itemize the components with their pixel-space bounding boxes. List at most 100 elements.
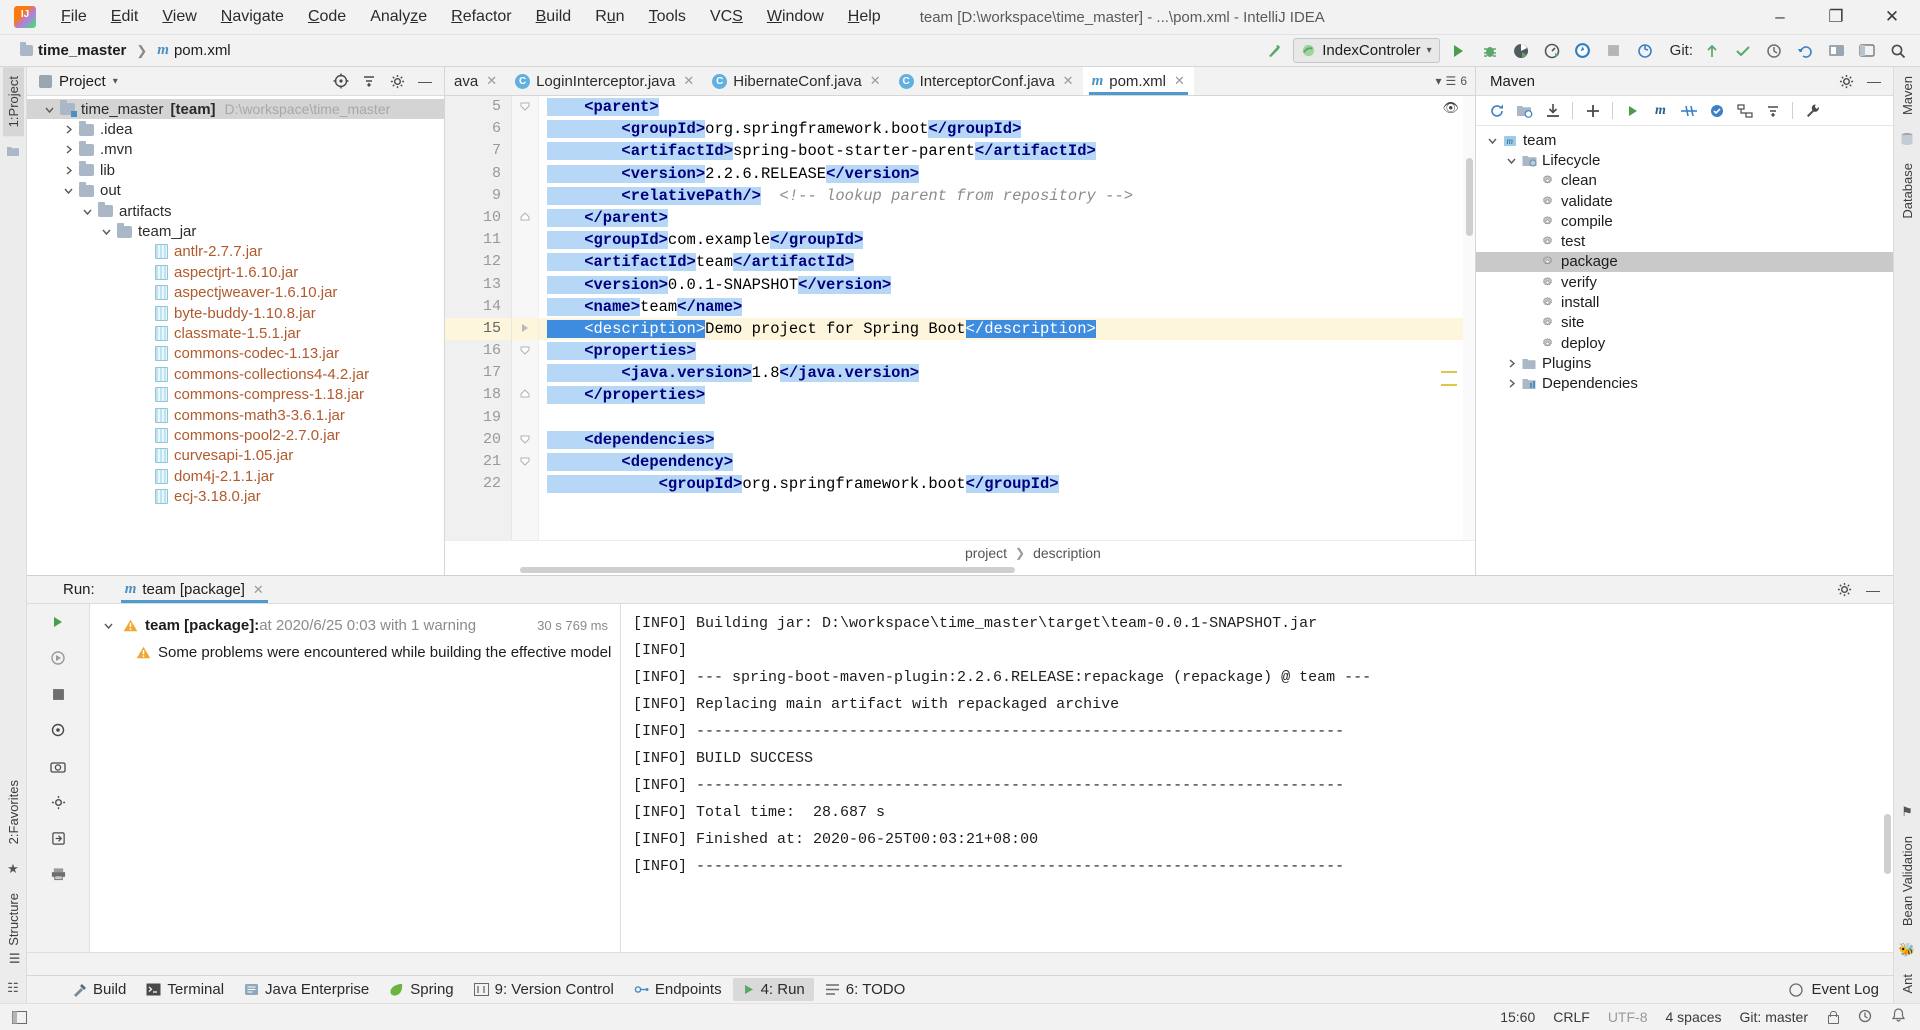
fold-gutter[interactable] [512, 96, 539, 540]
code-line[interactable]: <version>0.0.1-SNAPSHOT</version> [539, 274, 1475, 296]
fold-expand-icon[interactable] [512, 207, 538, 229]
code-line[interactable]: <groupId>com.example</groupId> [539, 229, 1475, 251]
code-content[interactable]: <parent> <groupId>org.springframework.bo… [539, 96, 1475, 540]
tree-row[interactable]: byte-buddy-1.10.8.jar [27, 303, 444, 323]
close-icon[interactable]: ✕ [870, 73, 881, 89]
bottom-tool-bar[interactable]: Build Terminal Java Enterprise Spring 9: Ver… [27, 975, 1893, 1003]
run-configuration-selector[interactable]: IndexControler ▾ [1293, 38, 1440, 63]
toggle-tasks-icon[interactable] [48, 648, 68, 668]
breadcrumb-project[interactable]: time_master [16, 41, 130, 60]
bottom-tab-spring[interactable]: Spring [380, 978, 462, 1001]
line-number[interactable]: 6 [445, 118, 511, 140]
editor-tab[interactable]: ava ✕ [445, 67, 506, 95]
vcs-update-icon[interactable] [1700, 40, 1724, 62]
line-number[interactable]: 18 [445, 384, 511, 406]
chevron-down-icon[interactable]: ▾ [113, 76, 118, 87]
code-line[interactable]: <dependencies> [539, 429, 1475, 451]
tree-row[interactable]: .idea [27, 119, 444, 139]
editor-code-area[interactable]: 5 6 7 8 9 10 11 12 13 14 15 16 17 18 19 20 21 22 <parent>… [445, 96, 1475, 540]
editor-scrollbar[interactable] [1463, 96, 1475, 540]
print-icon[interactable] [48, 864, 68, 884]
run-tree-row[interactable]: team [package]: at 2020/6/25 0:03 with 1… [90, 612, 620, 639]
project-structure-icon[interactable] [1855, 40, 1879, 62]
maven-tree-row[interactable]: clean [1476, 171, 1893, 191]
browser-icon[interactable] [1571, 40, 1595, 62]
tree-row[interactable]: curvesapi-1.05.jar [27, 446, 444, 466]
line-number[interactable]: 19 [445, 407, 511, 429]
indent-setting[interactable]: 4 spaces [1665, 1009, 1721, 1025]
editor-breadcrumb[interactable]: project ❯ description [445, 540, 1475, 565]
editor-tab[interactable]: C InterceptorConf.java ✕ [890, 67, 1083, 95]
breadcrumb-file[interactable]: m pom.xml [153, 41, 234, 60]
caret-position[interactable]: 15:60 [1500, 1009, 1535, 1025]
inspections-widget-icon[interactable]: 👁 [1442, 100, 1459, 116]
breadcrumb-node-project[interactable]: project [965, 545, 1007, 561]
code-line[interactable]: <parent> [539, 96, 1475, 118]
tree-row[interactable]: commons-math3-3.6.1.jar [27, 405, 444, 425]
maven-tree-row[interactable]: validate [1476, 191, 1893, 211]
git-branch[interactable]: Git: master [1740, 1009, 1808, 1025]
tree-row[interactable]: aspectjweaver-1.6.10.jar [27, 283, 444, 303]
scrollbar-thumb[interactable] [1466, 158, 1473, 236]
filter-icon[interactable] [48, 720, 68, 740]
notifications-icon[interactable] [1891, 1008, 1906, 1026]
line-number[interactable]: 21 [445, 451, 511, 473]
chevron-right-icon[interactable] [62, 143, 75, 156]
chevron-down-icon[interactable] [100, 225, 113, 238]
line-number[interactable]: 22 [445, 473, 511, 495]
vcs-history-icon[interactable] [1762, 40, 1786, 62]
menu-tools[interactable]: Tools [638, 5, 697, 29]
tree-row[interactable]: antlr-2.7.7.jar [27, 242, 444, 262]
maven-tree-row[interactable]: deploy [1476, 333, 1893, 353]
tree-row[interactable]: commons-compress-1.18.jar [27, 384, 444, 404]
line-number[interactable]: 16 [445, 340, 511, 362]
chevron-right-icon[interactable] [1505, 357, 1518, 370]
tree-row[interactable]: artifacts [27, 201, 444, 221]
line-number[interactable]: 7 [445, 140, 511, 162]
code-line[interactable]: </properties> [539, 384, 1475, 406]
editor-tab[interactable]: C HibernateConf.java ✕ [703, 67, 889, 95]
menu-refactor[interactable]: Refactor [440, 5, 522, 29]
collapse-all-icon[interactable] [359, 71, 379, 91]
tree-row[interactable]: commons-codec-1.13.jar [27, 344, 444, 364]
menu-view[interactable]: View [151, 5, 207, 29]
chevron-down-icon[interactable] [1505, 154, 1518, 167]
skip-tests-icon[interactable] [1676, 99, 1701, 122]
sidebar-tab-structure[interactable]: ☰ Structure [3, 884, 24, 973]
code-line[interactable]: <artifactId>team</artifactId> [539, 251, 1475, 273]
fold-collapse-icon[interactable] [512, 340, 538, 362]
download-sources-icon[interactable] [1540, 99, 1565, 122]
close-icon[interactable]: ✕ [1174, 73, 1185, 89]
maven-tree-row[interactable]: m team [1476, 130, 1893, 150]
database-icon[interactable] [1898, 130, 1916, 148]
maven-tree-row[interactable]: Plugins [1476, 353, 1893, 373]
settings-icon[interactable] [48, 792, 68, 812]
tab-list-icon[interactable]: ☰ [1446, 74, 1457, 88]
structure-icon[interactable]: ☷ [4, 979, 22, 997]
maven-tree-row[interactable]: Dependencies [1476, 374, 1893, 394]
menu-build[interactable]: Build [525, 5, 583, 29]
line-number[interactable]: 15 [445, 317, 511, 341]
settings-wrench-icon[interactable] [1800, 99, 1825, 122]
run-tree-row[interactable]: Some problems were encountered while bui… [90, 639, 620, 666]
code-line[interactable]: <groupId>org.springframework.boot</group… [539, 118, 1475, 140]
rerun-icon[interactable] [48, 612, 68, 632]
line-number[interactable]: 13 [445, 274, 511, 296]
line-number[interactable]: 8 [445, 163, 511, 185]
menu-file[interactable]: File [50, 5, 98, 29]
menu-analyze[interactable]: Analyze [359, 5, 438, 29]
editor-tab-overflow[interactable]: ▾ ☰ 6 [1428, 67, 1475, 95]
chevron-right-icon[interactable] [62, 123, 75, 136]
tree-row[interactable]: out [27, 181, 444, 201]
bottom-tab-6-todo[interactable]: 6: TODO [816, 978, 914, 1001]
maven-tree-row[interactable]: test [1476, 231, 1893, 251]
tree-row[interactable]: aspectjrt-1.6.10.jar [27, 262, 444, 282]
breadcrumb[interactable]: time_master ❯ m pom.xml [16, 41, 235, 60]
run-console-output[interactable]: [INFO] Building jar: D:\workspace\time_m… [621, 604, 1893, 952]
menu-help[interactable]: Help [837, 5, 892, 29]
tree-row[interactable]: team_jar [27, 221, 444, 241]
code-line[interactable]: <name>team</name> [539, 296, 1475, 318]
maven-tree-row[interactable]: compile [1476, 211, 1893, 231]
maximize-button[interactable]: ❐ [1808, 0, 1864, 34]
export-icon[interactable] [48, 828, 68, 848]
